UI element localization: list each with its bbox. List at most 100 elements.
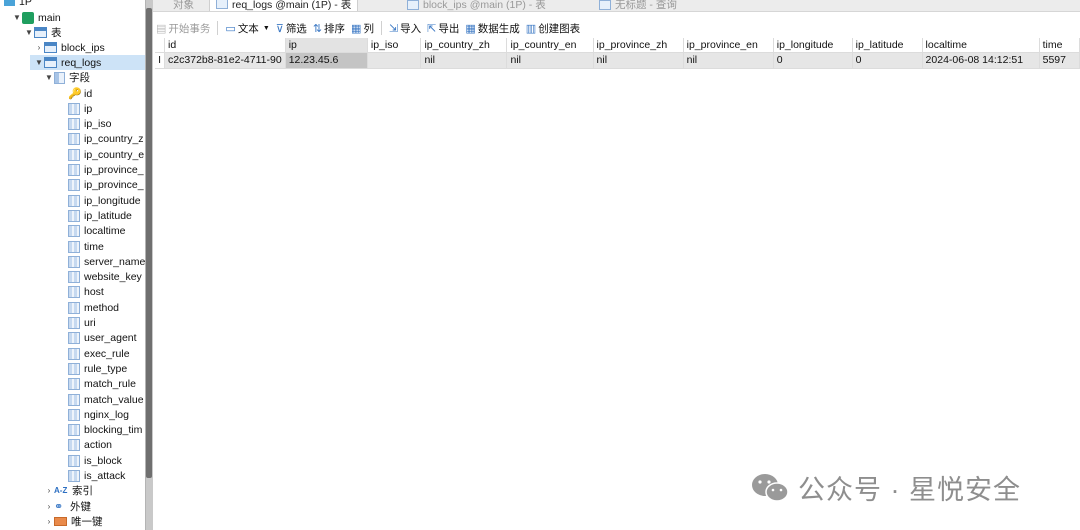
table-cell[interactable]: nil (420, 52, 508, 69)
tree-field-item[interactable]: ip_latitude (68, 208, 132, 223)
tree-field-item[interactable]: match_rule (68, 377, 136, 392)
chevron-down-icon[interactable]: ▼ (34, 58, 44, 67)
tree-table-block-ips[interactable]: › block_ips (34, 40, 105, 55)
text-button[interactable]: ▭ 文本 ▼ (222, 18, 272, 38)
tree-field-item[interactable]: uri (68, 316, 96, 331)
filter-button[interactable]: ⊽ 筛选 (273, 18, 310, 38)
tree-indexes[interactable]: › A-Z 索引 (44, 483, 93, 498)
tree-field-item[interactable]: is_attack (68, 469, 125, 484)
tree-database-main[interactable]: ▼ main (12, 10, 61, 25)
tree-field-item[interactable]: action (68, 438, 112, 453)
table-cell[interactable] (367, 52, 422, 69)
data-generation-button[interactable]: ▦ 数据生成 (462, 18, 522, 38)
tree-connection[interactable]: 1P (4, 0, 32, 9)
tree-field-label: method (84, 301, 120, 314)
table-icon (407, 0, 419, 10)
tab-block-ips[interactable]: block_ips @main (1P) - 表 (407, 0, 546, 11)
sort-button[interactable]: ⇅ 排序 (310, 18, 348, 38)
tree-unique-keys-label: 唯一键 (71, 516, 103, 528)
chevron-down-icon[interactable]: ▼ (24, 28, 34, 37)
table-cell[interactable]: 5597 (1039, 52, 1080, 69)
tree-field-item[interactable]: ip_country_z (68, 132, 144, 147)
table-icon (44, 57, 57, 68)
import-button[interactable]: ⇲ 导入 (386, 18, 424, 38)
tree-field-item[interactable]: ip_province_ (68, 163, 144, 178)
columns-label: 列 (363, 22, 374, 35)
tree-field-label: action (84, 439, 113, 452)
column-header[interactable]: ip_latitude (852, 38, 923, 53)
chevron-right-icon[interactable]: › (44, 502, 54, 511)
tree-field-item[interactable]: ip_iso (68, 117, 111, 132)
table-cell[interactable]: nil (683, 52, 774, 69)
tree-field-item[interactable]: rule_type (68, 361, 127, 376)
field-icon (68, 378, 80, 391)
chevron-right-icon[interactable]: › (34, 43, 44, 52)
begin-transaction-button[interactable]: ▤ 开始事务 (153, 18, 213, 38)
column-header[interactable]: ip_iso (367, 38, 422, 53)
chevron-down-icon[interactable]: ▼ (12, 13, 22, 22)
toolbar-divider (217, 21, 219, 35)
table-cell[interactable]: 0 (852, 52, 923, 69)
tree-field-item[interactable]: localtime (68, 224, 125, 239)
tree-fields-group[interactable]: ▼ 字段 (44, 70, 90, 85)
tree-field-item[interactable]: blocking_tim (68, 423, 142, 438)
column-header[interactable]: ip_province_zh (593, 38, 684, 53)
tree-field-item[interactable]: match_value (68, 392, 144, 407)
column-header[interactable]: id (164, 38, 286, 53)
wechat-logo-icon (752, 473, 789, 502)
column-header[interactable]: ip_country_en (506, 38, 594, 53)
object-tree[interactable]: 1P ▼ main ▼ 表 › block_ips ▼ req_logs ▼ 字… (0, 0, 145, 530)
column-header[interactable]: ip_province_en (683, 38, 774, 53)
tree-field-item[interactable]: nginx_log (68, 407, 129, 422)
table-cell[interactable]: 2024-06-08 14:12:51 (922, 52, 1040, 69)
table-cell[interactable]: nil (506, 52, 594, 69)
field-icon (68, 347, 80, 360)
table-cell[interactable]: 0 (773, 52, 853, 69)
import-label: 导入 (400, 22, 422, 35)
chevron-right-icon[interactable]: › (44, 517, 54, 526)
tree-field-item[interactable]: 🔑 id (68, 86, 92, 101)
chevron-right-icon[interactable]: › (44, 486, 54, 495)
text-cursor-icon: I (155, 52, 166, 69)
tree-field-item[interactable]: ip_longitude (68, 193, 141, 208)
tree-foreign-keys[interactable]: › ⚭ 外键 (44, 499, 91, 514)
tree-field-item[interactable]: ip_country_e (68, 147, 144, 162)
tree-field-item[interactable]: ip_province_ (68, 178, 144, 193)
tree-field-item[interactable]: ip (68, 101, 92, 116)
text-label: 文本 (237, 22, 259, 35)
tree-field-item[interactable]: time (68, 239, 104, 254)
tab-objects[interactable]: 对象 (173, 0, 194, 11)
field-icon (68, 148, 80, 161)
tree-field-label: ip_province_ (84, 164, 144, 176)
tree-field-item[interactable]: website_key (68, 270, 142, 285)
tree-field-item[interactable]: method (68, 300, 119, 315)
tree-field-item[interactable]: user_agent (68, 331, 137, 346)
column-header[interactable]: ip_longitude (773, 38, 853, 53)
create-chart-button[interactable]: ▥ 创建图表 (523, 18, 583, 38)
column-header[interactable]: ip (285, 38, 368, 53)
column-header[interactable]: ip_country_zh (420, 38, 508, 53)
tab-label: req_logs @main (1P) - 表 (232, 0, 352, 11)
table-cell[interactable]: c2c372b8-81e2-4711-90 (164, 52, 286, 69)
tree-field-item[interactable]: is_block (68, 453, 122, 468)
tree-tables-group[interactable]: ▼ 表 (24, 25, 62, 40)
tab-untitled-query[interactable]: 无标题 - 查询 (599, 0, 677, 11)
table-row[interactable]: I c2c372b8-81e2-4711-90 12.23.45.6 nil n… (155, 52, 1080, 69)
column-header[interactable]: time (1039, 38, 1080, 53)
chevron-down-icon[interactable]: ▼ (44, 73, 54, 82)
columns-button[interactable]: ▦ 列 (348, 18, 377, 38)
tree-field-item[interactable]: exec_rule (68, 346, 130, 361)
tree-field-item[interactable]: host (68, 285, 104, 300)
tab-label: block_ips @main (1P) - 表 (423, 0, 546, 11)
tab-req-logs[interactable]: req_logs @main (1P) - 表 (209, 0, 359, 11)
tree-scrollbar-thumb[interactable] (146, 8, 152, 478)
sort-label: 排序 (324, 22, 346, 35)
data-grid[interactable]: id ip ip_iso ip_country_zh ip_country_en… (155, 38, 1080, 530)
export-button[interactable]: ⇱ 导出 (424, 18, 462, 38)
column-header[interactable]: localtime (922, 38, 1040, 53)
tree-table-req-logs[interactable]: ▼ req_logs (30, 55, 145, 70)
table-cell[interactable]: 12.23.45.6 (285, 52, 368, 69)
tree-unique-keys[interactable]: › 唯一键 (44, 514, 103, 529)
tree-field-item[interactable]: server_name (68, 254, 145, 269)
table-cell[interactable]: nil (593, 52, 684, 69)
